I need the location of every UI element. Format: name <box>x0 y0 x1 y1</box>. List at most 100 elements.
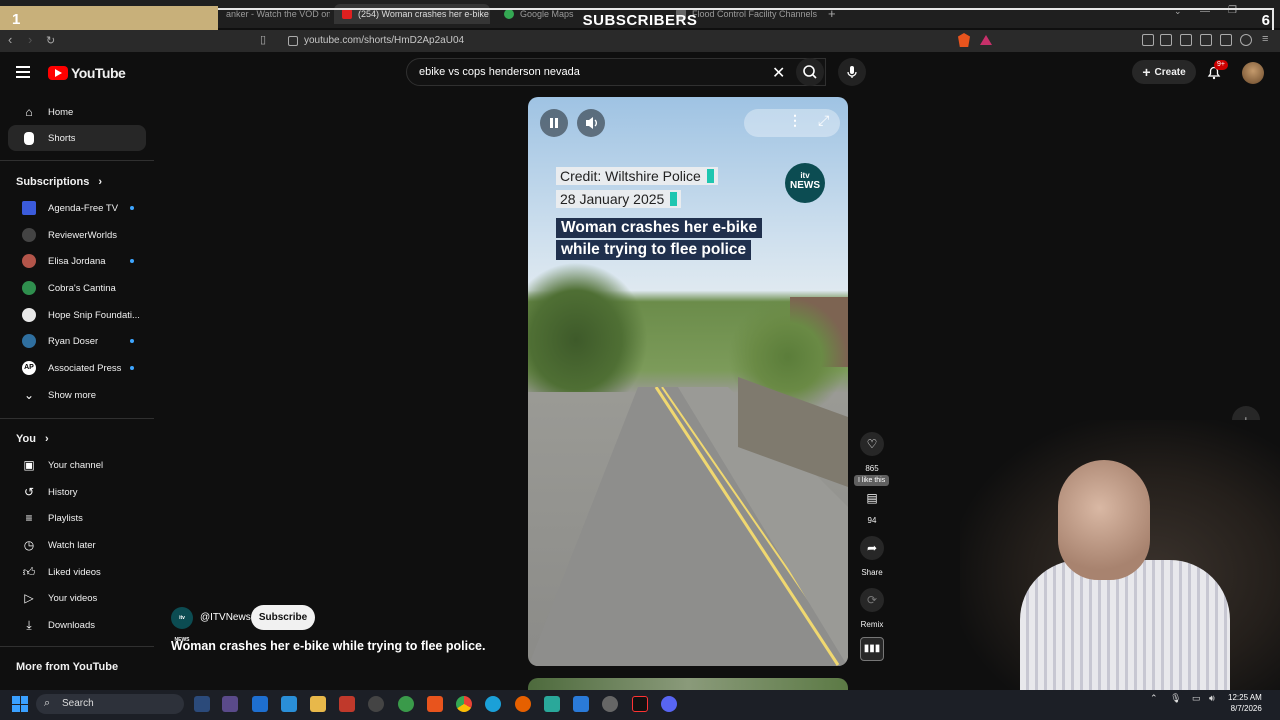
system-tray[interactable]: ⌃ 🎙︎ ▭ 🔊︎ <box>1150 693 1215 704</box>
extension-icon[interactable] <box>1142 34 1154 46</box>
sidebar-subscription[interactable]: Elisa Jordana <box>8 248 146 274</box>
youtube-favicon-icon <box>342 9 352 19</box>
voice-search-button[interactable] <box>838 58 866 86</box>
site-info-icon[interactable] <box>288 36 298 46</box>
credit-text: Credit: Wiltshire Police <box>560 168 701 184</box>
next-short-preview[interactable] <box>528 678 848 690</box>
comments-button[interactable]: ▤ <box>860 486 884 510</box>
sidebar-item-playlists[interactable]: ≡ Playlists <box>8 505 146 531</box>
wallet-icon[interactable] <box>1200 34 1212 46</box>
sidebar-divider <box>0 646 154 647</box>
youtube-logo-text: YouTube <box>71 65 126 81</box>
sidebar-item-shorts[interactable]: Shorts <box>8 125 146 151</box>
sidebar-item-history[interactable]: ↺ History <box>8 479 146 505</box>
sidebar-item-label: Show more <box>48 389 97 401</box>
sidebar-item-liked-videos[interactable]: 👍︎ Liked videos <box>8 559 146 585</box>
search-button[interactable] <box>796 58 824 86</box>
video-caption-credit: Credit: Wiltshire Police <box>556 167 718 185</box>
url-field[interactable]: youtube.com/shorts/HmD2Ap2aU04 <box>280 33 964 49</box>
sidebar-subscription[interactable]: Cobra's Cantina <box>8 275 146 301</box>
vscode-icon[interactable] <box>573 696 589 712</box>
sidebar-show-more[interactable]: ⌄ Show more <box>8 382 146 408</box>
browser-tab[interactable]: anker - Watch the VOD on K <box>218 4 330 24</box>
firefox-icon[interactable] <box>515 696 531 712</box>
more-options-icon[interactable]: ⋮ <box>788 112 802 129</box>
discord-icon[interactable] <box>661 696 677 712</box>
minimize-icon[interactable]: — <box>1200 6 1210 17</box>
sidebar-item-watch-later[interactable]: ◷ Watch later <box>8 532 146 558</box>
browser-menu-icon[interactable]: ≡ <box>1262 33 1268 45</box>
file-explorer-icon[interactable] <box>310 696 326 712</box>
vpn-icon[interactable] <box>1240 34 1252 46</box>
reload-icon[interactable]: ↻ <box>46 34 55 47</box>
windows-start-icon[interactable] <box>12 696 28 712</box>
sidebar-subscription[interactable]: Agenda-Free TV <box>8 195 146 221</box>
share-label: Share <box>861 568 883 577</box>
app-icon[interactable] <box>602 696 618 712</box>
sidebar-subscription[interactable]: ReviewerWorlds <box>8 222 146 248</box>
sound-button[interactable]: ▮▮▮ <box>860 637 884 661</box>
app-icon[interactable] <box>194 696 210 712</box>
sidebar-item-home[interactable]: ⌂ Home <box>8 99 146 125</box>
short-title[interactable]: Woman crashes her e-bike while trying to… <box>171 639 485 653</box>
app-icon[interactable] <box>368 696 384 712</box>
new-tab-icon[interactable]: + <box>828 6 836 21</box>
sidebar-item-label: Watch later <box>48 539 96 551</box>
youtube-play-icon <box>48 66 68 80</box>
leo-icon[interactable] <box>1220 34 1232 46</box>
channel-avatar[interactable]: itv NEWS <box>171 607 193 643</box>
video-icon: ▷ <box>24 591 34 605</box>
forward-icon[interactable]: › <box>28 32 32 47</box>
sidebar-item-your-videos[interactable]: ▷ Your videos <box>8 585 146 611</box>
chevron-up-icon: ⌃ <box>1150 693 1158 703</box>
youtube-logo[interactable]: YouTube <box>48 65 126 81</box>
chevron-right-icon: › <box>45 433 49 445</box>
fullscreen-icon[interactable]: ⤢ <box>818 112 829 129</box>
brave-icon[interactable] <box>427 696 443 712</box>
channel-handle[interactable]: @ITVNews <box>200 612 251 623</box>
sidebar-item-label: Agenda-Free TV <box>48 202 119 214</box>
app-icon[interactable] <box>339 696 355 712</box>
share-button[interactable]: ➦ <box>860 536 884 560</box>
shorts-icon <box>16 131 42 145</box>
tiktok-icon[interactable] <box>632 696 648 712</box>
browser-tab-active[interactable]: (254) Woman crashes her e-bike ✕ <box>334 4 490 24</box>
remix-button[interactable]: ⟳ <box>860 588 884 612</box>
sidebar-subscription[interactable]: Ryan Doser <box>8 328 146 354</box>
app-icon[interactable] <box>398 696 414 712</box>
sidebar-item-label: Playlists <box>48 512 83 524</box>
app-icon[interactable] <box>544 696 560 712</box>
volume-button[interactable] <box>577 109 605 137</box>
music-icon[interactable] <box>1160 34 1172 46</box>
sidebar-item-your-channel[interactable]: ▣ Your channel <box>8 452 146 478</box>
edge-icon[interactable] <box>485 696 501 712</box>
hamburger-menu-icon[interactable] <box>16 66 30 78</box>
create-button[interactable]: + Create <box>1132 60 1196 84</box>
taskbar-clock[interactable]: 12:25 AM 8/7/2026 <box>1228 692 1262 714</box>
sidebar-subscription[interactable]: AP Associated Press <box>8 355 146 381</box>
account-avatar[interactable] <box>1242 62 1264 84</box>
sidebar-item-label: Downloads <box>48 619 95 631</box>
tab-search-icon[interactable]: ⌄ <box>1174 6 1182 17</box>
subscribe-button[interactable]: Subscribe <box>251 605 315 630</box>
chrome-icon[interactable] <box>456 696 472 712</box>
search-input[interactable]: ebike vs cops henderson nevada <box>406 58 826 86</box>
video-scene-trees <box>528 262 648 392</box>
you-heading[interactable]: You › <box>16 433 49 445</box>
subscriptions-heading[interactable]: Subscriptions › <box>16 176 102 188</box>
app-icon[interactable] <box>281 696 297 712</box>
new-content-dot <box>130 339 134 343</box>
sidebar-subscription[interactable]: Hope Snip Foundati... <box>8 302 146 328</box>
taskbar-search[interactable]: Search <box>36 694 184 714</box>
app-icon[interactable] <box>252 696 268 712</box>
app-icon[interactable] <box>222 696 238 712</box>
sidebar-toggle-icon[interactable] <box>1180 34 1192 46</box>
like-button[interactable]: ♡ <box>860 432 884 456</box>
sidebar-item-downloads[interactable]: ⤓ Downloads <box>8 612 146 638</box>
pause-button[interactable] <box>540 109 568 137</box>
maximize-icon[interactable]: ❐ <box>1228 5 1237 16</box>
clear-search-icon[interactable]: ✕ <box>772 63 785 83</box>
bookmark-icon[interactable]: ▯ <box>260 33 266 46</box>
back-icon[interactable]: ‹ <box>8 32 12 47</box>
new-content-dot <box>130 366 134 370</box>
